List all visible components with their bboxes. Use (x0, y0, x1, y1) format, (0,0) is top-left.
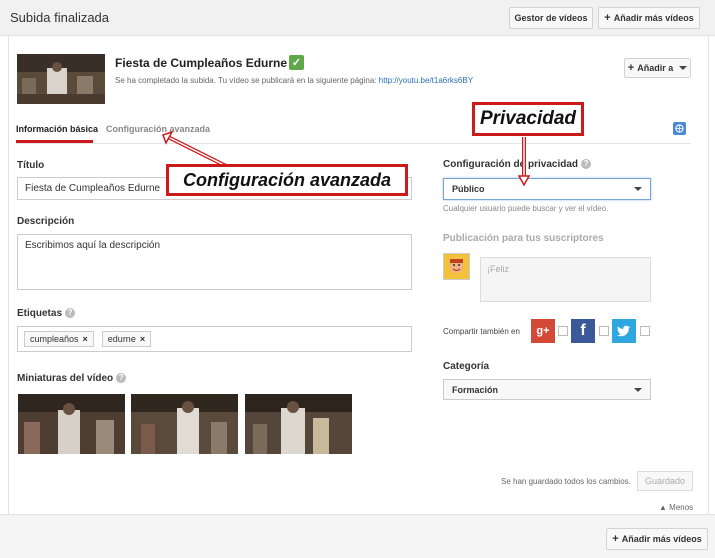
help-icon[interactable]: ? (116, 373, 127, 384)
privacy-value: Público (452, 184, 485, 194)
chevron-down-icon (679, 66, 688, 70)
chevron-down-icon (634, 387, 642, 392)
tab-basic-info[interactable]: Información básica (16, 124, 98, 143)
video-link[interactable]: http://youtu.be/t1a6rks6BY (379, 76, 473, 85)
add-more-videos-label: Añadir más vídeos (613, 13, 694, 23)
privacy-label-row: Configuración de privacidad? (443, 159, 592, 170)
tab-advanced-settings[interactable]: Configuración avanzada (106, 124, 210, 134)
share-label: Compartir también en (443, 327, 520, 336)
close-icon[interactable]: × (140, 334, 145, 344)
facebook-icon[interactable]: f (571, 319, 595, 343)
google-plus-checkbox[interactable] (558, 326, 568, 336)
subscribers-label: Publicación para tus suscriptores (443, 233, 604, 244)
thumbnails-label-row: Miniaturas del vídeo? (17, 373, 127, 384)
google-plus-icon[interactable]: g+ (531, 319, 555, 343)
thumbnail-option[interactable] (18, 394, 125, 454)
upload-message: Se ha completado la subida. Tu vídeo se … (115, 76, 473, 85)
globe-icon[interactable] (673, 122, 686, 135)
privacy-hint: Cualquier usuario puede buscar y ver el … (443, 204, 609, 213)
category-label: Categoría (443, 361, 490, 372)
category-select[interactable]: Formación (443, 379, 651, 400)
add-to-button[interactable]: + Añadir a (624, 58, 691, 78)
save-button[interactable]: Guardado (637, 471, 693, 491)
upload-message-text: Se ha completado la subida. Tu vídeo se … (115, 76, 377, 85)
page-title: Subida finalizada (10, 10, 110, 25)
thumbnail-option[interactable] (245, 394, 352, 454)
plus-icon: + (612, 533, 619, 545)
tags-input[interactable]: cumpleaños × edurne × (17, 326, 412, 352)
tag-chip: edurne × (101, 331, 152, 347)
subscribers-message-input[interactable]: ¡Feliz (480, 257, 651, 302)
add-more-videos-bottom-button[interactable]: + Añadir más vídeos (606, 528, 708, 550)
tag-label: cumpleaños (30, 334, 79, 344)
tags-label: Etiquetas (17, 308, 63, 319)
advanced-settings-callout: Configuración avanzada (166, 164, 408, 196)
privacy-callout: Privacidad (472, 102, 584, 136)
video-title: Fiesta de Cumpleaños Edurne (115, 56, 288, 70)
plus-icon: + (604, 12, 611, 24)
facebook-checkbox[interactable] (599, 326, 609, 336)
add-to-label: Añadir a (637, 63, 674, 73)
video-thumbnail (17, 54, 105, 104)
help-icon[interactable]: ? (65, 308, 76, 319)
tag-label: edurne (107, 334, 136, 344)
category-value: Formación (452, 384, 499, 395)
add-more-videos-bottom-label: Añadir más vídeos (621, 534, 702, 544)
privacy-label: Configuración de privacidad (443, 159, 579, 170)
twitter-icon[interactable] (612, 319, 636, 343)
twitter-checkbox[interactable] (640, 326, 650, 336)
help-icon[interactable]: ? (581, 159, 592, 170)
tag-chip: cumpleaños × (24, 331, 94, 347)
plus-icon: + (627, 62, 635, 74)
video-manager-button[interactable]: Gestor de vídeos (509, 7, 593, 29)
privacy-select[interactable]: Público (443, 178, 651, 200)
add-more-videos-button[interactable]: + Añadir más vídeos (598, 7, 700, 29)
chevron-down-icon (634, 187, 642, 191)
tags-label-row: Etiquetas? (17, 308, 76, 319)
description-label: Descripción (17, 216, 75, 227)
tab-bar: Información básica Configuración avanzad… (16, 118, 691, 144)
thumbnail-option[interactable] (131, 394, 238, 454)
chevron-up-icon: ▲ (659, 503, 667, 512)
saved-message: Se han guardado todos los cambios. (501, 477, 631, 486)
title-label: Título (17, 160, 45, 171)
less-link[interactable]: ▲ Menos (659, 503, 693, 512)
thumbnails-label: Miniaturas del vídeo (17, 373, 114, 384)
checkmark-icon: ✓ (289, 55, 304, 70)
description-textarea[interactable]: Escribimos aquí la descripción (17, 234, 412, 290)
avatar (443, 253, 470, 280)
close-icon[interactable]: × (83, 334, 88, 344)
less-label: Menos (669, 503, 694, 512)
